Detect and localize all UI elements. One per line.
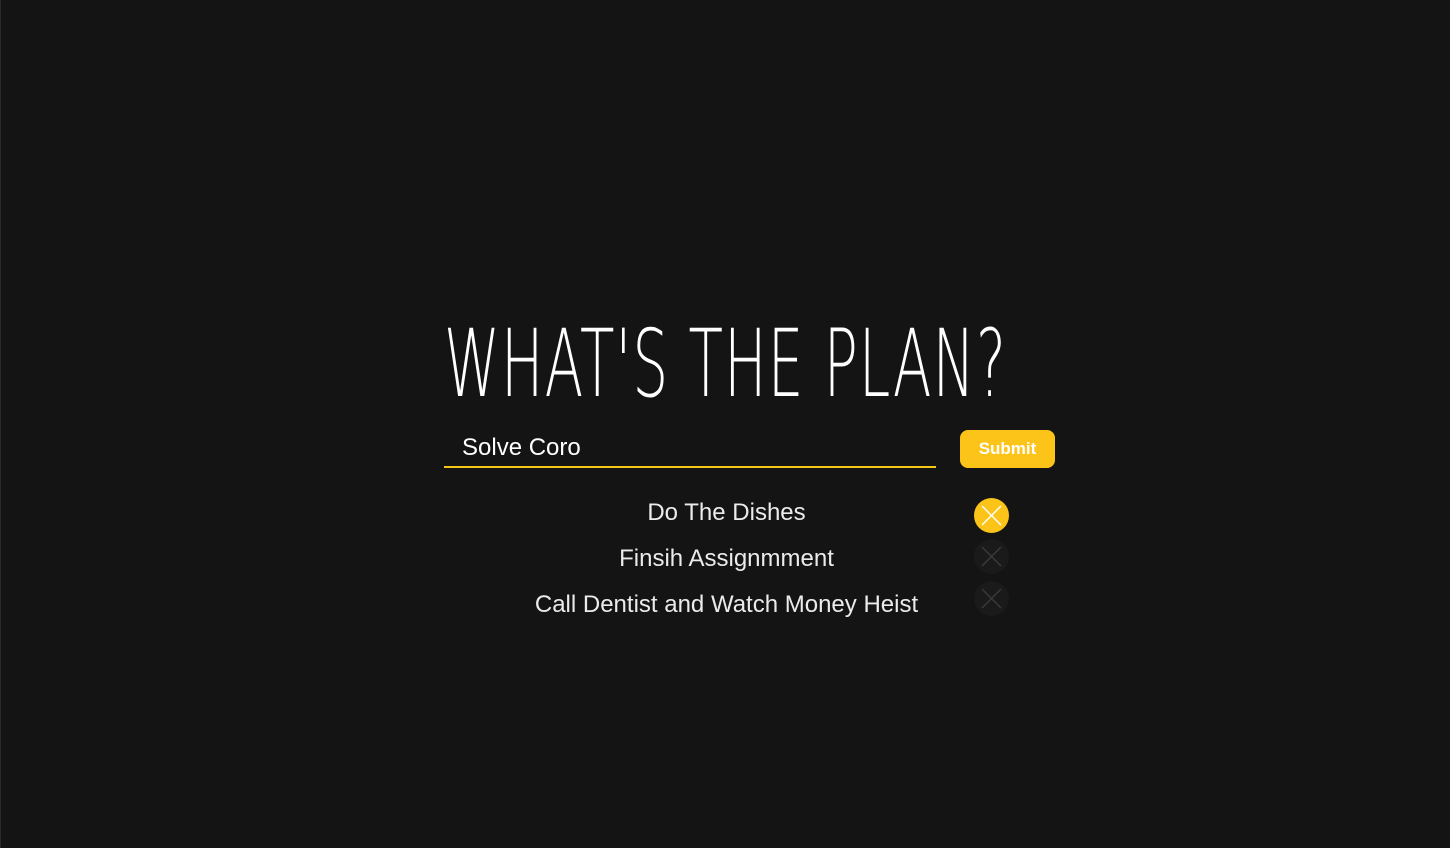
todo-item-text: Do The Dishes xyxy=(647,499,806,526)
close-icon xyxy=(981,546,1002,567)
todo-item: Call Dentist and Watch Money Heist xyxy=(1,581,1450,629)
close-icon xyxy=(981,505,1002,526)
page-title: WHAT'S THE PLAN? xyxy=(291,318,1161,412)
todo-item: Do The Dishes xyxy=(1,497,1450,537)
todo-item-text: Call Dentist and Watch Money Heist xyxy=(534,591,919,618)
delete-todo-button[interactable] xyxy=(974,539,1009,574)
close-icon xyxy=(981,588,1002,609)
delete-todo-button[interactable] xyxy=(974,581,1009,616)
app-root: WHAT'S THE PLAN? Submit Do The Dishes Fi… xyxy=(0,0,1450,848)
todo-input-container xyxy=(444,430,936,468)
delete-todo-button[interactable] xyxy=(974,498,1009,533)
todo-input[interactable] xyxy=(444,430,936,466)
todo-item-text: Finsih Assignmment xyxy=(619,545,834,572)
todo-item: Finsih Assignmment xyxy=(1,539,1450,583)
page-title-text: WHAT'S THE PLAN? xyxy=(444,310,1008,419)
submit-button[interactable]: Submit xyxy=(960,430,1055,468)
